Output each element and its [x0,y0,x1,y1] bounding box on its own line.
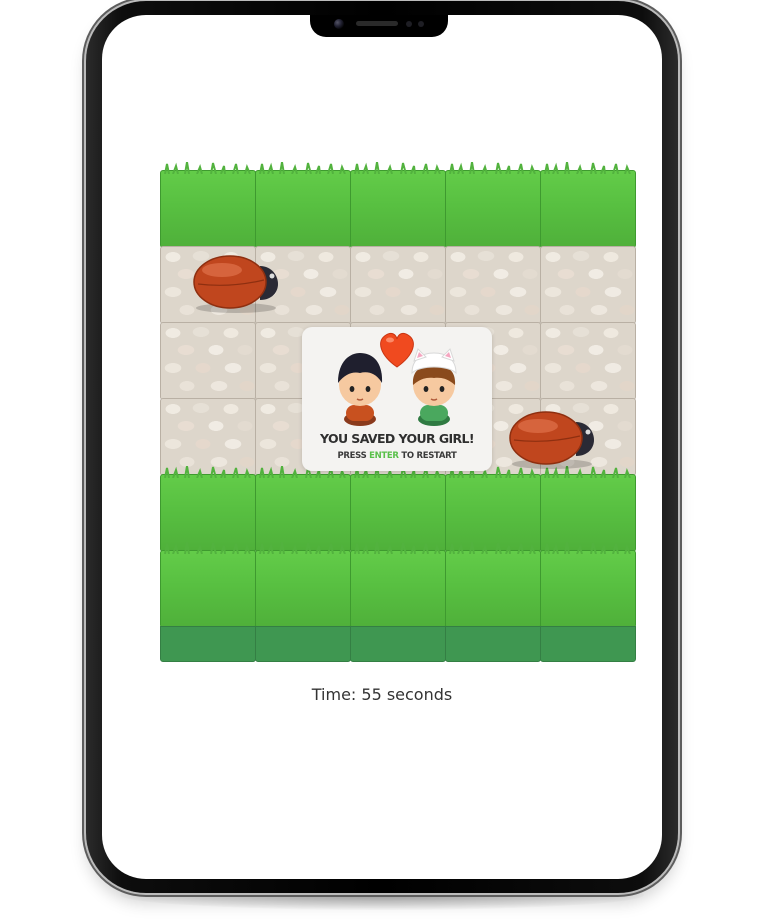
girl-character-icon [411,348,457,426]
win-dialog: YOU SAVED YOUR GIRL! PRESS ENTER TO REST… [302,327,492,471]
enter-key-label: ENTER [369,451,399,461]
win-illustration [338,332,457,426]
bug-icon [509,411,594,469]
grass-tile [540,162,636,248]
restart-hint: PRESS ENTER TO RESTART [302,451,492,461]
stone-tile [540,322,636,400]
grass-edge-tile [350,626,446,662]
grass-edge-tile [540,626,636,662]
grass-tile [255,466,351,552]
timer-text: Time: 55 seconds [311,685,453,704]
stone-tile [445,246,541,324]
device-notch [310,15,448,37]
stone-tile [540,246,636,324]
restart-hint-suffix: TO RESTART [401,451,457,461]
grass-edge-tile [445,626,541,662]
stone-tile [160,398,256,476]
speaker-grille [356,21,398,26]
grass-tile [255,542,351,628]
grass-tile [350,466,446,552]
restart-hint-prefix: PRESS [337,451,367,461]
grass-tile [445,542,541,628]
stone-tile [160,322,256,400]
stone-tile [350,246,446,324]
grass-tile [445,466,541,552]
grass-tile [350,542,446,628]
grass-tile [160,542,256,628]
ladybug-enemy [188,250,284,314]
sensor-dot [418,21,424,27]
ladybug-enemy [504,406,600,470]
bug-icon [193,255,278,313]
tablet-frame: YOU SAVED YOUR GIRL! PRESS ENTER TO REST… [86,1,678,893]
boy-character-icon [338,353,383,426]
grass-tile [255,162,351,248]
grass-tile [160,162,256,248]
grass-tile [350,162,446,248]
grass-edge-tile [255,626,351,662]
device-screen: YOU SAVED YOUR GIRL! PRESS ENTER TO REST… [102,15,662,879]
grass-edge-tile [160,626,256,662]
grass-tile [445,162,541,248]
win-title: YOU SAVED YOUR GIRL! [319,431,475,446]
sensor-dot [406,21,412,27]
heart-icon [380,332,414,368]
camera-icon [334,19,344,29]
grass-tile [540,542,636,628]
grass-tile [540,466,636,552]
grass-tile [160,466,256,552]
